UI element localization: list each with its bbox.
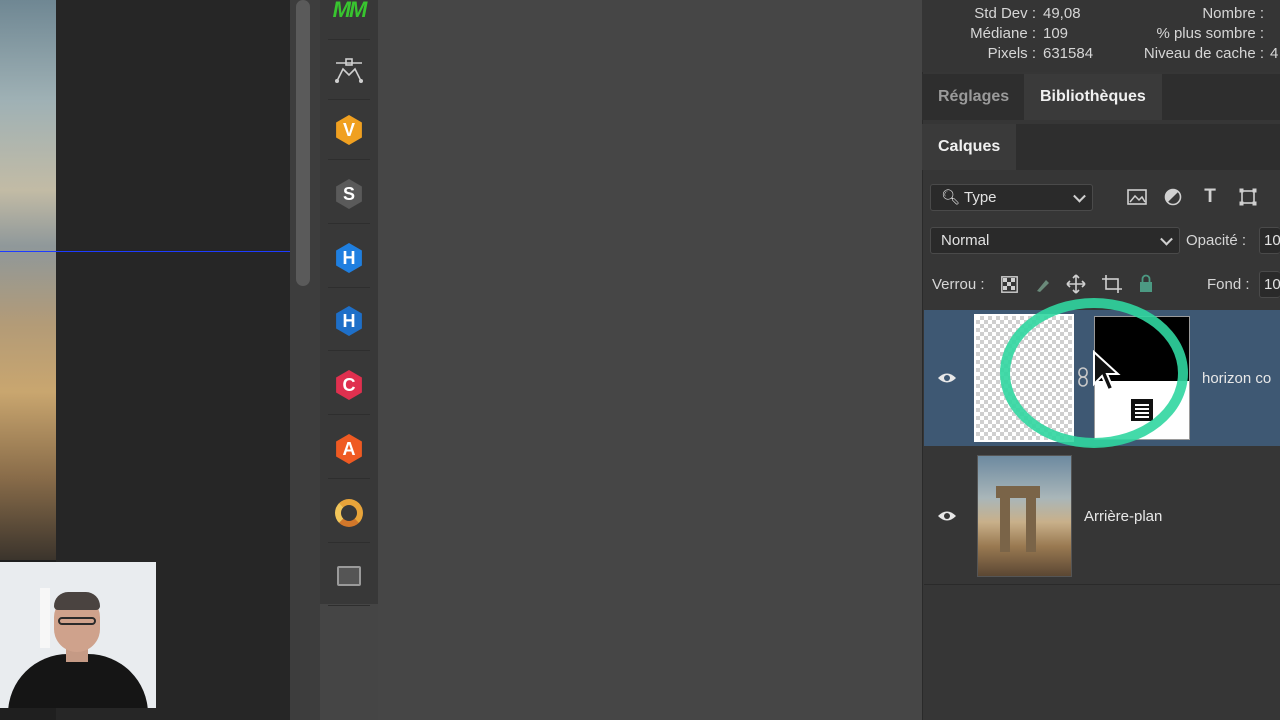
hex-h-icon: H xyxy=(336,243,362,273)
folder-icon xyxy=(337,566,361,586)
plugin-folder-button[interactable] xyxy=(320,546,378,606)
gate-pillar-right xyxy=(1026,496,1036,552)
chevron-down-icon xyxy=(1160,232,1173,246)
mm-icon: MM xyxy=(332,0,368,22)
mouse-cursor-icon xyxy=(1093,350,1121,392)
plugin-a-button[interactable]: A xyxy=(320,419,378,479)
pixels-label: Pixels : xyxy=(987,45,1036,62)
gate-pillar-left xyxy=(1000,496,1010,552)
search-icon: 🔍︎ xyxy=(941,189,961,206)
layer-name-horizon[interactable]: horizon co xyxy=(1202,370,1271,387)
plugin-s-button[interactable]: S xyxy=(320,164,378,224)
text-filter-icon[interactable]: T xyxy=(1199,186,1221,208)
plugin-pen-button[interactable] xyxy=(320,40,378,100)
eye-icon[interactable] xyxy=(937,510,957,522)
fill-label: Fond : xyxy=(1207,276,1250,293)
image-filter-icon[interactable] xyxy=(1126,187,1148,207)
plugin-mm-button[interactable]: MM xyxy=(320,0,378,40)
lock-position-icon[interactable] xyxy=(1066,274,1086,294)
adjustment-filter-icon[interactable] xyxy=(1163,187,1183,207)
hex-h2-icon: H xyxy=(336,306,362,336)
pen-path-icon xyxy=(335,58,363,83)
blend-mode-dropdown[interactable]: Normal xyxy=(930,227,1180,254)
opacity-label: Opacité : xyxy=(1186,232,1247,249)
std-dev-label: Std Dev : xyxy=(974,5,1036,22)
tab-layers[interactable]: Calques xyxy=(922,124,1017,170)
lock-pixels-icon[interactable] xyxy=(1034,276,1052,293)
webcam-background-window xyxy=(40,588,50,648)
chevron-down-icon xyxy=(1073,189,1086,203)
darker-percent-label: % plus sombre : xyxy=(1156,25,1264,42)
median-label: Médiane : xyxy=(970,25,1036,42)
layers-tabs: Calques xyxy=(922,124,1280,170)
webcam-person-body xyxy=(8,654,148,708)
std-dev-value: 49,08 xyxy=(1043,5,1081,22)
count-label: Nombre : xyxy=(1202,5,1264,22)
layer-name-background[interactable]: Arrière-plan xyxy=(1084,508,1162,525)
aperture-icon xyxy=(335,499,363,527)
canvas-scrollbar-thumb[interactable] xyxy=(296,0,310,286)
plugin-v-button[interactable]: V xyxy=(320,100,378,160)
plugin-toolbar: MM V S H H C A xyxy=(320,0,379,606)
plugin-aperture-button[interactable] xyxy=(320,483,378,543)
cache-level-value: 4 xyxy=(1270,45,1279,62)
pixels-value: 631584 xyxy=(1043,45,1094,62)
cache-level-label: Niveau de cache : xyxy=(1143,45,1264,62)
hex-s-icon: S xyxy=(336,179,362,209)
workspace-area[interactable] xyxy=(378,0,922,720)
plugin-h-button[interactable]: H xyxy=(320,228,378,288)
filter-kind-value: Type xyxy=(964,189,997,206)
layer-row-background[interactable]: Arrière-plan xyxy=(924,448,1280,585)
canvas-image-strip[interactable] xyxy=(0,0,56,560)
lock-all-icon[interactable] xyxy=(1138,274,1154,294)
shape-filter-icon[interactable] xyxy=(1238,187,1258,207)
horizon-guide-line[interactable] xyxy=(0,251,290,252)
webcam-overlay xyxy=(0,562,156,708)
median-value: 109 xyxy=(1043,25,1069,42)
layer-thumbnail-photo[interactable] xyxy=(977,455,1072,577)
opacity-input[interactable]: 10 xyxy=(1259,227,1280,254)
lock-transparency-icon[interactable] xyxy=(1001,276,1018,293)
layer-filter-dropdown[interactable]: 🔍︎ Type xyxy=(930,184,1093,211)
eye-icon[interactable] xyxy=(937,372,957,384)
webcam-person-glasses xyxy=(58,617,96,625)
lock-artboard-icon[interactable] xyxy=(1101,274,1123,294)
histogram-stats: Std Dev : 49,08 Médiane : 109 Pixels : 6… xyxy=(922,0,1280,72)
plugin-c-button[interactable]: C xyxy=(320,355,378,415)
hex-a-icon: A xyxy=(336,434,362,464)
webcam-person-hair xyxy=(54,592,100,610)
tab-libraries[interactable]: Bibliothèques xyxy=(1024,74,1162,120)
hex-v-icon: V xyxy=(336,115,362,145)
lock-label: Verrou : xyxy=(932,276,985,293)
hex-c-icon: C xyxy=(336,370,362,400)
fill-input[interactable]: 10 xyxy=(1259,271,1280,298)
blend-mode-value: Normal xyxy=(941,232,990,249)
adjustments-libraries-tabs: Réglages Bibliothèques xyxy=(922,74,1280,120)
plugin-h2-button[interactable]: H xyxy=(320,291,378,351)
tab-adjustments[interactable]: Réglages xyxy=(922,74,1025,120)
